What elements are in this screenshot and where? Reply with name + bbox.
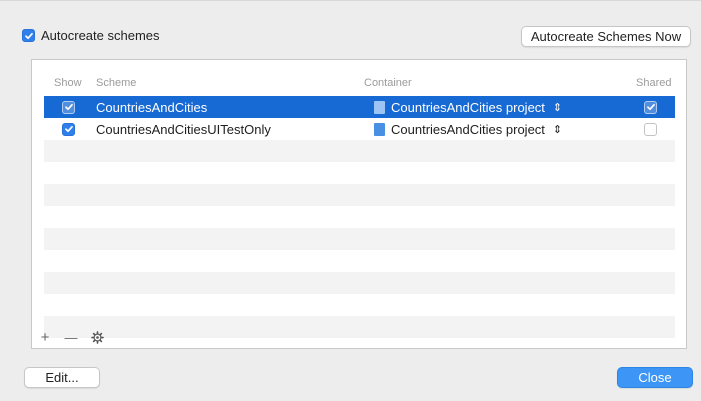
show-checkbox[interactable] (62, 100, 75, 114)
autocreate-checkbox[interactable] (22, 29, 35, 42)
schemes-table: Show Scheme Container Shared CountriesAn… (31, 59, 687, 349)
autocreate-schemes-now-button[interactable]: Autocreate Schemes Now (521, 26, 691, 47)
checkmark-icon (646, 103, 655, 111)
table-toolbar: + — (32, 325, 694, 349)
container-name: CountriesAndCities project (391, 121, 545, 137)
empty-row (44, 272, 675, 294)
column-header-container[interactable]: Container (364, 77, 412, 89)
close-button[interactable]: Close (617, 367, 693, 388)
empty-row (44, 184, 675, 206)
table-row[interactable]: CountriesAndCitiesUITestOnly CountriesAn… (44, 118, 675, 140)
shared-checkbox[interactable] (644, 100, 657, 114)
autocreate-schemes-toggle[interactable]: Autocreate schemes (22, 28, 160, 43)
edit-button[interactable]: Edit... (24, 367, 100, 388)
project-file-icon (374, 122, 385, 136)
popup-stepper-icon: ⇕ (552, 123, 563, 136)
settings-button[interactable] (90, 329, 104, 345)
empty-row (44, 294, 675, 316)
table-row[interactable]: CountriesAndCities CountriesAndCities pr… (44, 96, 675, 118)
checkmark-icon (24, 32, 33, 39)
empty-row (44, 228, 675, 250)
remove-button[interactable]: — (64, 329, 78, 345)
empty-row (44, 206, 675, 228)
gear-icon (90, 330, 104, 344)
add-button[interactable]: + (38, 329, 52, 346)
show-checkbox[interactable] (62, 122, 75, 136)
scheme-manager-sheet: Autocreate schemes Autocreate Schemes No… (0, 0, 701, 401)
empty-row (44, 162, 675, 184)
checkmark-icon (64, 103, 73, 111)
scheme-name: CountriesAndCities (96, 99, 208, 115)
scheme-name: CountriesAndCitiesUITestOnly (96, 121, 271, 137)
container-select[interactable]: CountriesAndCities project ⇕ (374, 96, 562, 118)
autocreate-label: Autocreate schemes (41, 28, 160, 43)
empty-row (44, 250, 675, 272)
shared-checkbox[interactable] (644, 122, 657, 136)
container-name: CountriesAndCities project (391, 99, 545, 115)
checkmark-icon (64, 125, 73, 133)
popup-stepper-icon: ⇕ (552, 101, 563, 114)
column-header-scheme[interactable]: Scheme (96, 77, 136, 89)
column-header-shared[interactable]: Shared (636, 77, 671, 89)
schemes-list: CountriesAndCities CountriesAndCities pr… (44, 96, 675, 338)
container-select[interactable]: CountriesAndCities project ⇕ (374, 118, 562, 140)
column-header-show[interactable]: Show (54, 77, 82, 89)
empty-row (44, 140, 675, 162)
project-file-icon (374, 100, 385, 114)
